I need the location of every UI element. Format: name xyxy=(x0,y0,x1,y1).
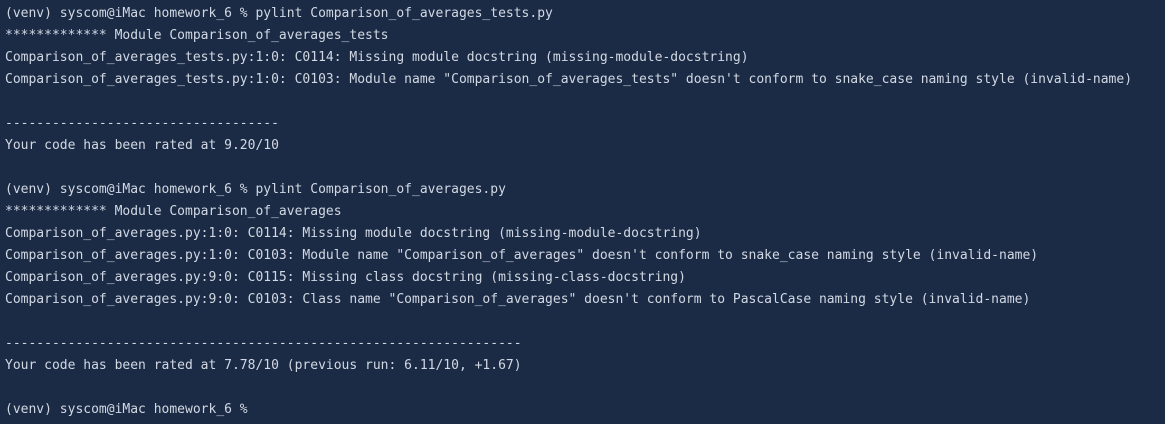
rating-line-tests: Your code has been rated at 9.20/10 xyxy=(5,138,279,153)
lint-message: Comparison_of_averages.py:1:0: C0103: Mo… xyxy=(5,248,1039,263)
shell-prompt[interactable]: (venv) syscom@iMac homework_6 % xyxy=(5,399,1165,421)
separator-line: ----------------------------------------… xyxy=(5,336,522,351)
lint-message: Comparison_of_averages_tests.py:1:0: C01… xyxy=(5,72,1133,87)
command-line-pylint-tests: (venv) syscom@iMac homework_6 % pylint C… xyxy=(5,6,553,21)
rating-line-averages: Your code has been rated at 7.78/10 (pre… xyxy=(5,358,522,373)
separator-line: ----------------------------------- xyxy=(5,116,279,131)
command-line-pylint-averages: (venv) syscom@iMac homework_6 % pylint C… xyxy=(5,182,506,197)
lint-message: Comparison_of_averages.py:1:0: C0114: Mi… xyxy=(5,226,702,241)
lint-message: Comparison_of_averages.py:9:0: C0115: Mi… xyxy=(5,270,686,285)
lint-message: Comparison_of_averages_tests.py:1:0: C01… xyxy=(5,50,749,65)
module-header-averages: ************* Module Comparison_of_avera… xyxy=(5,204,342,219)
lint-message: Comparison_of_averages.py:9:0: C0103: Cl… xyxy=(5,292,1031,307)
module-header-tests: ************* Module Comparison_of_avera… xyxy=(5,28,389,43)
terminal-window[interactable]: (venv) syscom@iMac homework_6 % pylint C… xyxy=(0,0,1165,424)
